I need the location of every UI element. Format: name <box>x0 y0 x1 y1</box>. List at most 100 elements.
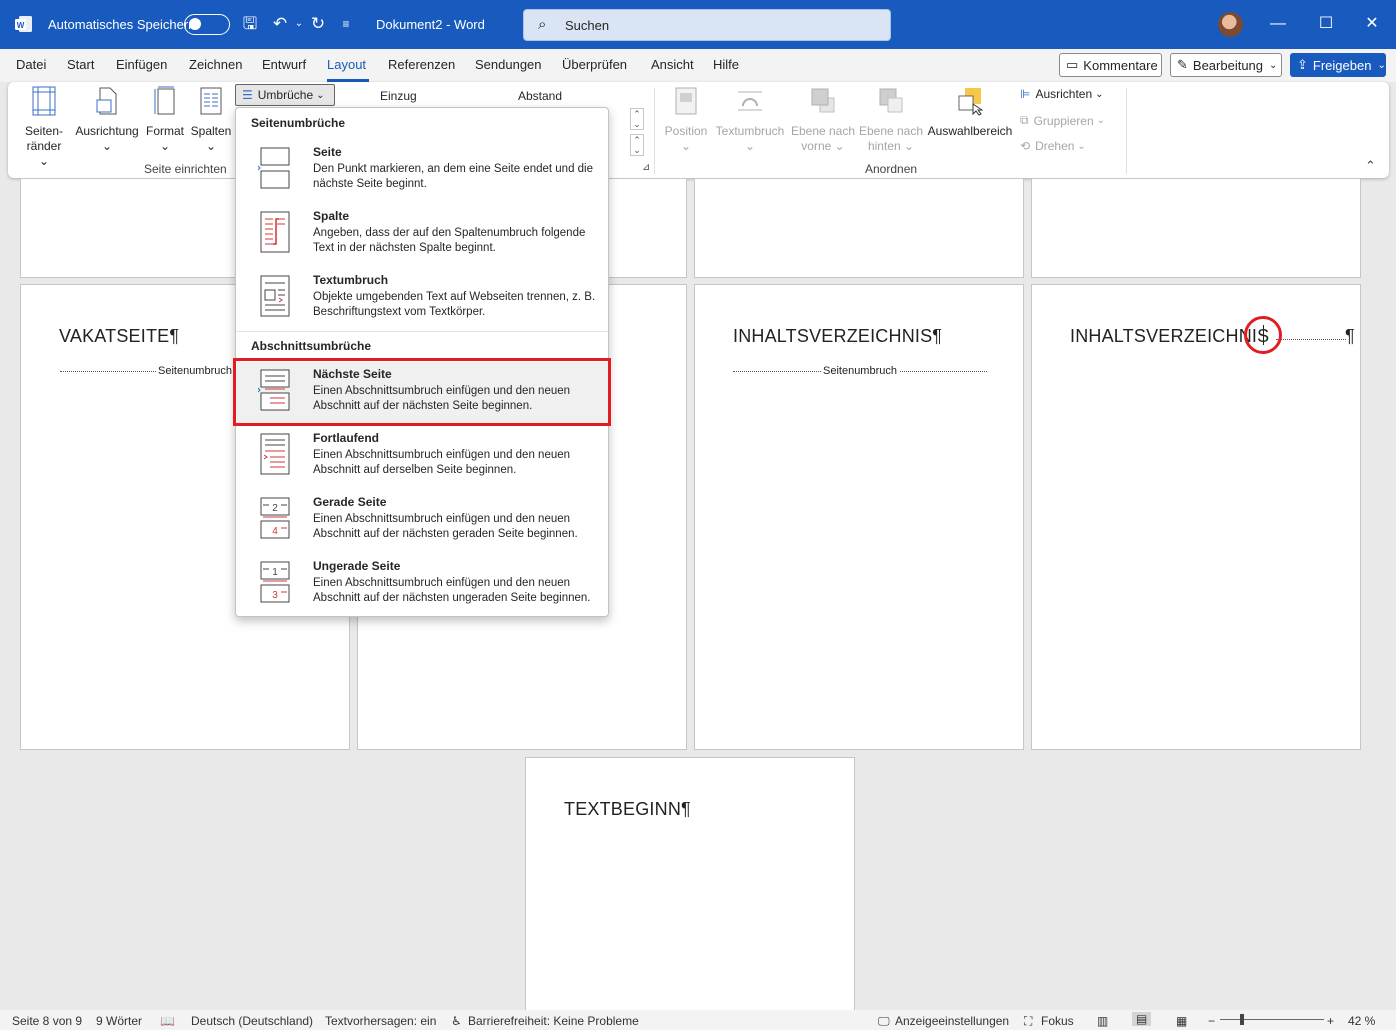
group-button[interactable]: ⧉ Gruppieren ⌄ <box>1020 113 1105 128</box>
rotate-button[interactable]: ⟲ Drehen ⌄ <box>1020 139 1086 153</box>
page-size-icon <box>154 86 175 115</box>
position-icon <box>675 87 697 115</box>
group-separator <box>654 88 655 174</box>
minimize-icon[interactable]: — <box>1266 14 1290 34</box>
focus-button[interactable]: Fokus <box>1041 1014 1074 1028</box>
orientation-icon <box>96 87 117 115</box>
editing-mode-button[interactable]: ✎ Bearbeitung ⌄ <box>1170 53 1282 77</box>
page-inhaltsverzeichnis[interactable] <box>694 284 1024 750</box>
position-button[interactable]: Position ⌄ <box>660 86 712 154</box>
spacing-before-spinner[interactable]: ⌃ ⌄ <box>630 108 644 130</box>
section-header-section-breaks: Abschnittsumbrüche <box>251 339 372 353</box>
search-icon: ⌕ <box>538 16 547 33</box>
margins-button[interactable]: Seiten- ränder ⌄ <box>20 86 68 169</box>
margins-icon <box>32 86 56 116</box>
tab-ansicht[interactable]: Ansicht <box>651 57 694 72</box>
word-count[interactable]: 9 Wörter <box>96 1014 142 1028</box>
size-button[interactable]: Format ⌄ <box>142 86 188 154</box>
customize-toolbar-icon[interactable]: ≡ <box>336 14 356 34</box>
bring-forward-button[interactable]: Ebene nach vorne ⌄ <box>788 86 858 154</box>
even-page-break-icon: 24 <box>260 497 290 539</box>
selection-pane-button[interactable]: Auswahlbereich <box>926 86 1014 139</box>
search-placeholder: Suchen <box>565 18 610 33</box>
maximize-icon[interactable]: ☐ <box>1314 14 1338 34</box>
comment-icon: ▭ <box>1066 57 1079 72</box>
search-box[interactable]: ⌕ Suchen <box>523 9 891 41</box>
share-button[interactable]: ⇪ Freigeben ⌄ <box>1290 53 1386 77</box>
accessibility-status[interactable]: Barrierefreiheit: Keine Probleme <box>468 1014 639 1028</box>
tab-datei[interactable]: Datei <box>16 57 46 72</box>
send-backward-icon <box>879 88 903 113</box>
zoom-slider-track[interactable] <box>1220 1019 1324 1020</box>
section-header-page-breaks: Seitenumbrüche <box>251 116 346 130</box>
tab-entwurf[interactable]: Entwurf <box>262 57 306 72</box>
menu-item-even-page[interactable]: 24 Gerade Seite Einen Abschnittsumbruch … <box>236 490 608 554</box>
menu-item-odd-page[interactable]: 13 Ungerade Seite Einen Abschnittsumbruc… <box>236 554 608 618</box>
tab-zeichnen[interactable]: Zeichnen <box>189 57 242 72</box>
zoom-slider-thumb[interactable] <box>1240 1014 1244 1025</box>
proofing-icon[interactable]: 📖 <box>160 1014 175 1028</box>
menu-item-continuous[interactable]: Fortlaufend Einen Abschnittsumbruch einf… <box>236 426 608 490</box>
status-bar: Seite 8 von 9 9 Wörter 📖 Deutsch (Deutsc… <box>0 1010 1396 1030</box>
page-textbeginn[interactable] <box>525 757 855 1017</box>
orientation-button[interactable]: Ausrichtung ⌄ <box>72 86 142 154</box>
autosave-toggle[interactable] <box>184 14 230 35</box>
page <box>694 178 1024 278</box>
heading-inhaltsverzeichnis-current: INHALTSVERZEICHNIS <box>1070 326 1270 346</box>
focus-icon: ⛶ <box>1024 1014 1033 1028</box>
display-settings-button[interactable]: Anzeigeeinstellungen <box>895 1014 1009 1028</box>
svg-text:2: 2 <box>272 503 278 514</box>
chevron-down-icon: ⌄ <box>316 89 325 101</box>
ribbon-tabs: Datei Start Einfügen Zeichnen Entwurf La… <box>0 49 1396 82</box>
odd-page-break-icon: 13 <box>260 561 290 603</box>
autosave-label: Automatisches Speichern <box>48 17 196 32</box>
text-predictions-status[interactable]: Textvorhersagen: ein <box>325 1014 436 1028</box>
breaks-button[interactable]: ☰ Umbrüche ⌄ <box>235 84 335 106</box>
zoom-in-icon[interactable]: + <box>1327 1014 1334 1028</box>
group-icon: ⧉ <box>1020 113 1029 127</box>
page-break-icon <box>258 147 290 189</box>
comments-button[interactable]: ▭ Kommentare <box>1059 53 1162 77</box>
menu-item-column-break[interactable]: Spalte Angeben, dass der auf den Spalten… <box>236 204 608 268</box>
tab-sendungen[interactable]: Sendungen <box>475 57 542 72</box>
undo-icon[interactable]: ↶ <box>270 14 290 34</box>
language-status[interactable]: Deutsch (Deutschland) <box>191 1014 313 1028</box>
menu-item-page-break[interactable]: Seite Den Punkt markieren, an dem eine S… <box>236 140 608 204</box>
pencil-icon: ✎ <box>1177 57 1188 72</box>
read-mode-icon[interactable]: ▥ <box>1097 1014 1108 1028</box>
tab-hilfe[interactable]: Hilfe <box>713 57 739 72</box>
align-button[interactable]: ⊫ Ausrichten ⌄ <box>1020 87 1104 101</box>
page-count[interactable]: Seite 8 von 9 <box>12 1014 82 1028</box>
spacing-after-spinner[interactable]: ⌃ ⌄ <box>630 134 644 156</box>
menu-item-text-wrapping-break[interactable]: Textumbruch Objekte umgebenden Text auf … <box>236 268 608 332</box>
rotate-icon: ⟲ <box>1020 139 1031 153</box>
tab-referenzen[interactable]: Referenzen <box>388 57 455 72</box>
web-layout-icon[interactable]: ▦ <box>1176 1014 1187 1028</box>
text-wrap-button[interactable]: Textumbruch ⌄ <box>712 86 788 154</box>
collapse-ribbon-icon[interactable]: ⌃ <box>1365 158 1376 174</box>
page <box>1031 178 1361 278</box>
svg-text:1: 1 <box>272 567 278 578</box>
send-backward-button[interactable]: Ebene nach hinten ⌄ <box>856 86 926 154</box>
save-icon[interactable]: 🖫 <box>240 14 260 34</box>
page-inhaltsverzeichnis-current[interactable] <box>1031 284 1361 750</box>
print-layout-icon[interactable]: ▤ <box>1132 1012 1152 1026</box>
undo-dropdown-icon[interactable]: ⌄ <box>289 14 309 34</box>
zoom-out-icon[interactable]: − <box>1208 1014 1215 1028</box>
redo-icon[interactable]: ↻ <box>308 14 328 34</box>
group-label-seite-einrichten: Seite einrichten <box>144 162 227 176</box>
tab-einfuegen[interactable]: Einfügen <box>116 57 167 72</box>
close-icon[interactable]: ✕ <box>1360 14 1384 34</box>
columns-button[interactable]: Spalten ⌄ <box>188 86 234 154</box>
tab-start[interactable]: Start <box>67 57 94 72</box>
page-break-marker: Seitenumbruch <box>733 365 987 383</box>
columns-icon <box>200 87 222 115</box>
tab-layout[interactable]: Layout <box>327 57 366 72</box>
user-avatar[interactable] <box>1218 12 1243 37</box>
zoom-level[interactable]: 42 % <box>1348 1014 1375 1028</box>
cursor-highlight-circle <box>1244 316 1282 354</box>
paragraph-dialog-launcher-icon[interactable]: ⊿ <box>642 162 650 173</box>
highlight-box-next-page <box>233 358 611 426</box>
tab-ueberpruefen[interactable]: Überprüfen <box>562 57 627 72</box>
pilcrow-mark: ¶ <box>1345 326 1355 346</box>
